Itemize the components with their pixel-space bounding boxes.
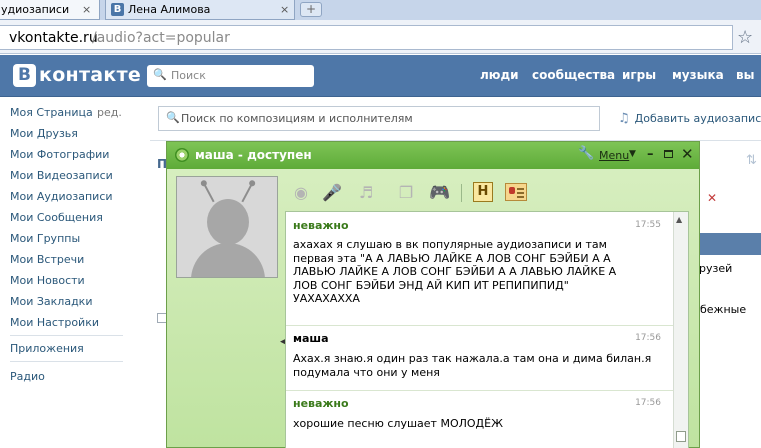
avatar-body	[191, 243, 265, 277]
sidebar-item-settings[interactable]: Мои Настройки	[10, 316, 99, 329]
vk-search-placeholder: Поиск	[171, 69, 206, 82]
contact-card-icon[interactable]	[505, 183, 527, 201]
sidebar-item-audios[interactable]: Мои Аудиозаписи	[10, 190, 113, 203]
sidebar-item-events[interactable]: Мои Встречи	[10, 253, 84, 266]
message-time: 17:56	[635, 398, 661, 408]
sidebar-item-videos[interactable]: Мои Видеозаписи	[10, 169, 113, 182]
message-time: 17:56	[635, 333, 661, 343]
search-icon: 🔍	[153, 68, 167, 81]
sidebar-item-apps[interactable]: Приложения	[10, 342, 84, 355]
sidebar-item-friends[interactable]: Мои Друзья	[10, 127, 78, 140]
message-divider	[286, 390, 673, 391]
message-divider	[286, 325, 673, 326]
sidebar-divider	[10, 335, 123, 336]
address-bar-area: vkontakte.ru /audio?act=popular ☆	[0, 20, 761, 54]
vk-logo-text[interactable]: контакте	[39, 64, 141, 86]
contact-history-icon[interactable]: H	[473, 182, 493, 202]
sidebar-divider	[10, 361, 123, 362]
partial-text-refugees: бежные	[700, 303, 747, 316]
tab-title: удиозаписи	[1, 3, 70, 16]
chat-window: маша - доступен 🔧 Menu ▼ – ✕ ◉ 🎤 ♬ ❐ 🎮 H…	[166, 141, 700, 448]
message-history[interactable]: неважно 17:55 ахахах я слушаю в вк попул…	[285, 211, 689, 448]
close-x-icon[interactable]: ✕	[707, 191, 717, 205]
audio-toolbar: 🔍 Поиск по композициям и исполнителям ♫ Д…	[150, 98, 761, 140]
tab-close-icon[interactable]: ×	[82, 0, 91, 19]
url-path: /audio?act=popular	[92, 30, 230, 46]
url-field[interactable]: vkontakte.ru /audio?act=popular	[0, 25, 733, 50]
tab-lena[interactable]: В Лена Алимова ×	[105, 0, 295, 20]
selected-row-highlight	[699, 233, 761, 255]
sidebar-edit-link[interactable]: ред.	[97, 106, 122, 119]
add-audio-link[interactable]: ♫ Добавить аудиозапись	[618, 111, 761, 126]
vk-logo-icon[interactable]: В	[13, 64, 36, 87]
sidebar-item-my-page[interactable]: Моя Страница	[10, 106, 93, 119]
message-text: хорошие песню слушает МОЛОДЁЖ	[293, 417, 503, 430]
toolbar-divider	[461, 184, 462, 202]
files-icon[interactable]: ❐	[395, 183, 417, 203]
sidebar-item-messages[interactable]: Мои Сообщения	[10, 211, 103, 224]
vk-search-input[interactable]: 🔍 Поиск	[147, 65, 314, 87]
search-icon: 🔍	[166, 111, 180, 124]
vk-favicon-icon: В	[111, 3, 124, 16]
scroll-up-icon[interactable]: ▲	[676, 215, 682, 224]
nav-music[interactable]: музыка	[672, 68, 724, 82]
sidebar: Моя Страница ред. Мои Друзья Мои Фотогра…	[0, 98, 150, 448]
avatar-antenna-right	[241, 183, 253, 203]
new-tab-button[interactable]: +	[300, 2, 322, 17]
minimize-icon[interactable]: –	[647, 147, 654, 162]
tab-title: Лена Алимова	[128, 3, 211, 16]
message-sender: маша	[293, 332, 329, 345]
message-text: ахахах я слушаю в вк популярные аудиозап…	[293, 238, 617, 305]
music-icon[interactable]: ♬	[355, 183, 377, 203]
sort-arrows-icon[interactable]: ⇅	[746, 153, 757, 168]
url-host: vkontakte.ru	[9, 30, 98, 46]
chat-titlebar[interactable]: маша - доступен 🔧 Menu ▼ – ✕	[167, 142, 699, 169]
microphone-icon[interactable]: 🎤	[321, 183, 343, 203]
add-audio-label: Добавить аудиозапись	[634, 112, 761, 125]
avatar-antenna-left	[203, 183, 215, 203]
audio-search-input[interactable]: 🔍 Поиск по композициям и исполнителям	[158, 106, 600, 131]
close-icon[interactable]: ✕	[681, 145, 694, 163]
avatar-head	[207, 199, 249, 245]
screenshot: { "browser": { "tabs": [ {"title": "удио…	[0, 0, 761, 448]
sidebar-item-news[interactable]: Мои Новости	[10, 274, 85, 287]
bookmark-star-icon[interactable]: ☆	[737, 27, 753, 48]
chat-menu-button[interactable]: Menu	[599, 149, 629, 162]
partial-text-friends: рузей	[699, 262, 733, 275]
chat-title: маша - доступен	[195, 148, 312, 162]
vk-header: В контакте 🔍 Поиск люди сообщества игры …	[0, 55, 761, 97]
sidebar-item-photos[interactable]: Мои Фотографии	[10, 148, 109, 161]
maximize-icon[interactable]	[664, 150, 673, 158]
message-text: Ахах.я знаю.я один раз так нажала.а там …	[293, 352, 652, 379]
nav-communities[interactable]: сообщества	[532, 68, 615, 82]
tab-close-icon[interactable]: ×	[280, 0, 289, 19]
nav-logout[interactable]: вы	[736, 68, 754, 82]
sidebar-item-bookmarks[interactable]: Мои Закладки	[10, 295, 92, 308]
chevron-down-icon[interactable]: ▼	[629, 149, 636, 159]
browser-tab-bar: удиозаписи × В Лена Алимова × +	[0, 0, 761, 20]
tab-audio[interactable]: удиозаписи ×	[0, 0, 100, 20]
audio-search-placeholder: Поиск по композициям и исполнителям	[181, 112, 413, 125]
scroll-thumb[interactable]	[676, 431, 686, 442]
sidebar-item-radio[interactable]: Радио	[10, 370, 45, 383]
music-note-icon: ♫	[618, 111, 630, 126]
wrench-icon[interactable]: 🔧	[578, 146, 594, 161]
nav-people[interactable]: люди	[480, 68, 519, 82]
gamepad-icon[interactable]: 🎮	[429, 183, 451, 203]
icq-flower-icon	[175, 148, 189, 162]
message-sender: неважно	[293, 397, 349, 410]
sidebar-item-groups[interactable]: Мои Группы	[10, 232, 80, 245]
nav-games[interactable]: игры	[622, 68, 656, 82]
webcam-icon[interactable]: ◉	[290, 183, 312, 203]
message-time: 17:55	[635, 220, 661, 230]
message-scrollbar[interactable]: ▲	[673, 212, 688, 448]
message-sender: неважно	[293, 219, 349, 232]
contact-avatar	[176, 176, 278, 278]
